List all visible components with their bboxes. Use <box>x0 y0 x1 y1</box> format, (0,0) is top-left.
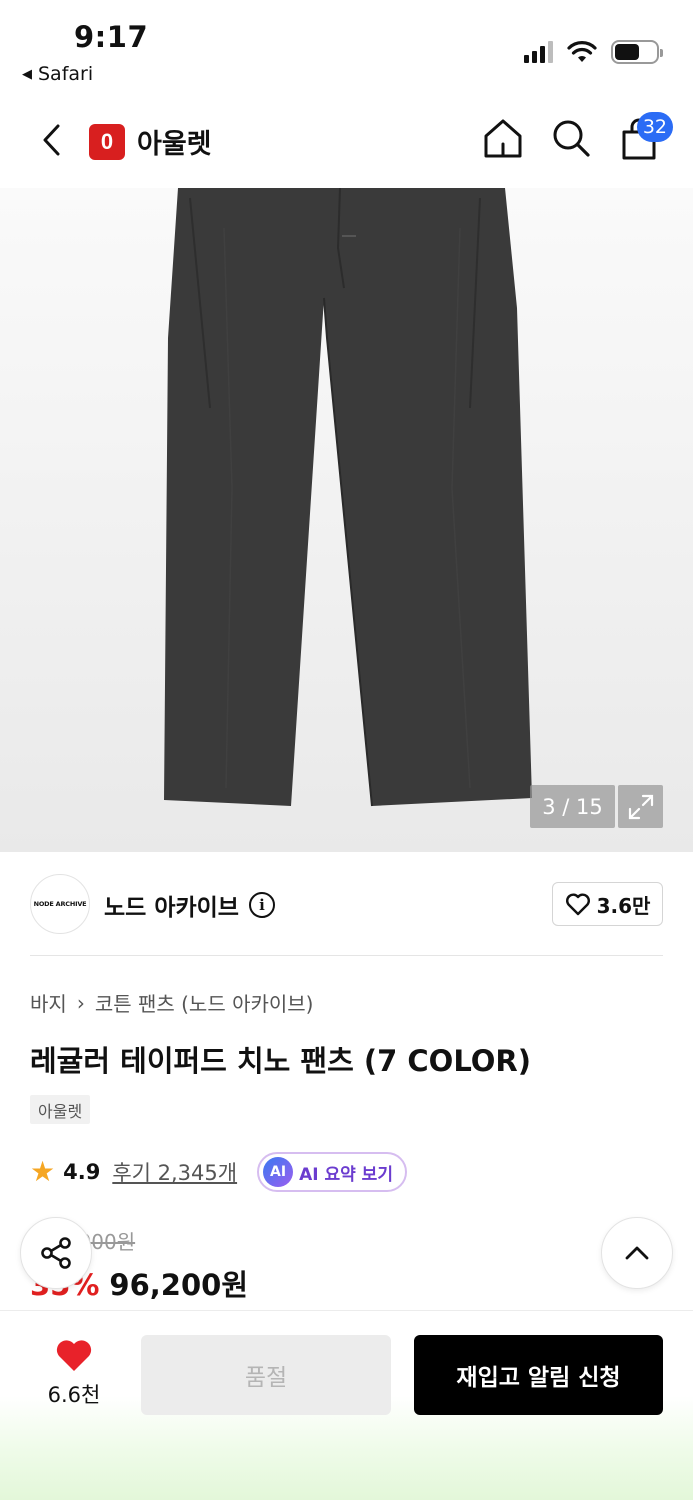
scroll-top-button[interactable] <box>601 1217 673 1289</box>
breadcrumb-item-category[interactable]: 바지 <box>30 988 67 1017</box>
app-header: 0 아울렛 32 <box>0 110 693 174</box>
expand-icon <box>628 794 653 819</box>
cellular-signal-icon <box>524 41 553 63</box>
ai-summary-label: AI 요약 보기 <box>299 1164 393 1185</box>
ai-icon: AI <box>263 1157 294 1187</box>
brand-row: NODE ARCHIVE 노드 아카이브 i 3.6만 <box>30 872 663 936</box>
star-icon: ★ <box>30 1155 56 1188</box>
ai-summary-button[interactable]: AI AI 요약 보기 <box>257 1152 407 1192</box>
pants-photo <box>164 188 532 807</box>
search-icon <box>553 120 590 157</box>
brand-avatar[interactable]: NODE ARCHIVE <box>30 874 90 934</box>
review-link[interactable]: 후기 2,345개 <box>112 1157 237 1187</box>
home-icon <box>484 119 522 158</box>
wishlist-button[interactable]: 6.6천 <box>30 1337 118 1417</box>
chevron-up-icon <box>625 1246 649 1260</box>
battery-icon <box>611 40 663 64</box>
brand-title[interactable]: 노드 아카이브 i <box>104 888 275 922</box>
chevron-right-icon: › <box>76 990 85 1015</box>
expand-image-button[interactable] <box>618 785 663 828</box>
product-title: 레귤러 테이퍼드 치노 팬츠 (7 COLOR) <box>30 1044 532 1078</box>
soldout-button[interactable]: 품절 <box>141 1335 391 1415</box>
share-button[interactable] <box>20 1217 92 1289</box>
cart-button[interactable]: 32 <box>617 112 673 160</box>
store-logo: 0 <box>89 123 125 160</box>
product-image[interactable] <box>0 188 693 852</box>
image-counter: 3 / 15 <box>530 785 615 828</box>
search-button[interactable] <box>549 116 593 160</box>
back-to-safari-link[interactable]: ◀ Safari <box>22 63 93 85</box>
back-app-label: Safari <box>38 63 94 85</box>
heart-filled-icon <box>56 1340 92 1371</box>
status-bar: 9:17 ◀ Safari <box>0 0 693 100</box>
wifi-icon <box>567 41 597 62</box>
info-icon[interactable]: i <box>248 892 275 918</box>
brand-like-button[interactable]: 3.6만 <box>552 882 663 926</box>
brand-name: 노드 아카이브 <box>104 895 239 921</box>
cart-count-badge: 32 <box>636 112 673 142</box>
wishlist-count: 6.6천 <box>47 1383 101 1407</box>
back-triangle-icon: ◀ <box>22 66 32 82</box>
bottom-action-bar: 6.6천 품절 재입고 알림 신청 <box>0 1310 693 1500</box>
restock-alert-button[interactable]: 재입고 알림 신청 <box>414 1335 663 1415</box>
header-actions: 32 <box>481 112 673 160</box>
store-name: 아울렛 <box>137 129 212 160</box>
rating-value: 4.9 <box>63 1160 101 1184</box>
back-chevron-icon <box>43 124 60 156</box>
store-brand[interactable]: 0 아울렛 <box>89 122 212 161</box>
home-button[interactable] <box>481 116 525 160</box>
divider <box>30 955 663 956</box>
breadcrumb-item-subcategory[interactable]: 코튼 팬츠 (노드 아카이브) <box>95 988 314 1017</box>
breadcrumb: 바지 › 코튼 팬츠 (노드 아카이브) <box>30 988 314 1017</box>
heart-outline-icon <box>565 893 590 916</box>
status-time: 9:17 <box>74 20 149 54</box>
outlet-tag: 아울렛 <box>30 1095 91 1124</box>
status-icons <box>524 40 663 64</box>
sale-price: 96,200원 <box>109 1268 249 1302</box>
brand-like-count: 3.6만 <box>596 893 651 918</box>
back-button[interactable] <box>34 122 70 158</box>
share-icon <box>41 1237 71 1269</box>
rating-row: ★ 4.9 후기 2,345개 AI AI 요약 보기 <box>30 1152 407 1192</box>
